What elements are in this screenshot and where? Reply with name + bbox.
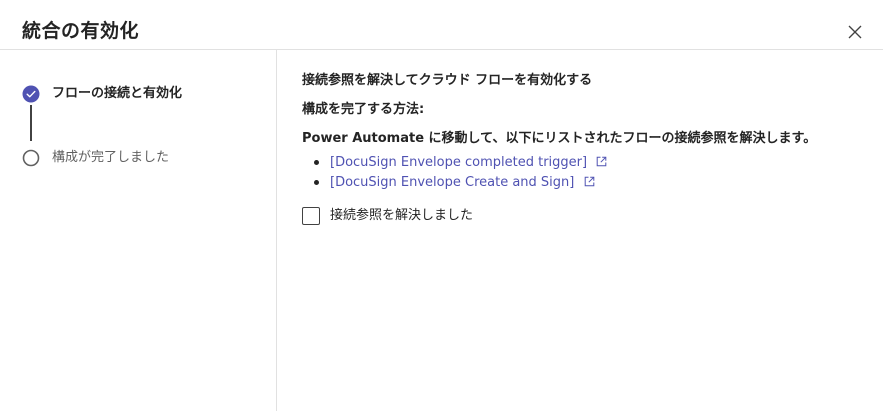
empty-circle-icon	[22, 149, 40, 167]
section-heading: 接続参照を解決してクラウド フローを有効化する	[302, 73, 593, 88]
integration-dialog: 統合の有効化 フローの接続と有効化 構成が完了しました 接続参照を解決してクラウ…	[0, 0, 883, 411]
resolved-checkbox-label[interactable]: 接続参照を解決しました	[330, 206, 473, 226]
dialog-title: 統合の有効化	[22, 20, 140, 42]
instruction-text: Power Automate に移動して、以下にリストされたフローの接続参照を解…	[302, 131, 817, 146]
external-link-icon[interactable]	[584, 176, 595, 187]
close-button[interactable]	[845, 22, 865, 42]
list-item: [DocuSign Envelope Create and Sign]	[314, 173, 607, 193]
step-label-configuration-complete[interactable]: 構成が完了しました	[52, 148, 169, 168]
check-circle-icon	[22, 85, 40, 103]
bullet	[314, 160, 319, 165]
flow-link-create-and-sign[interactable]: [DocuSign Envelope Create and Sign]	[330, 175, 574, 190]
step-connector	[30, 105, 32, 141]
bullet	[314, 180, 319, 185]
list-item: [DocuSign Envelope completed trigger]	[314, 153, 607, 173]
dialog-header: 統合の有効化	[0, 0, 883, 50]
close-icon	[848, 25, 862, 39]
external-link-icon[interactable]	[596, 156, 607, 167]
resolved-checkbox[interactable]	[302, 207, 320, 225]
flow-link-completed-trigger[interactable]: [DocuSign Envelope completed trigger]	[330, 155, 587, 170]
flow-link-list: [DocuSign Envelope completed trigger] [D…	[314, 153, 607, 193]
section-subheading: 構成を完了する方法:	[302, 102, 425, 117]
step-sidebar: フローの接続と有効化 構成が完了しました	[0, 50, 277, 411]
step-label-connect-flows[interactable]: フローの接続と有効化	[52, 84, 182, 104]
